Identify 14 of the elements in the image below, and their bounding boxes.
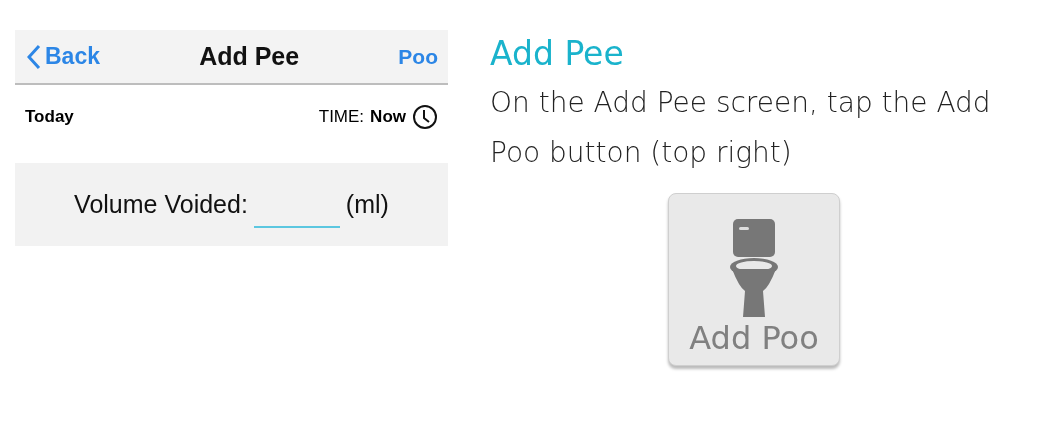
poo-button[interactable]: Poo (398, 44, 438, 69)
clock-icon[interactable] (412, 104, 438, 130)
toilet-icon (729, 219, 779, 319)
volume-label: Volume Voided: (74, 190, 248, 219)
date-label: Today (25, 107, 74, 127)
help-text: On the Add Pee screen, tap the Add Poo button (top right) (490, 85, 992, 171)
chevron-left-icon (27, 43, 41, 70)
time-value[interactable]: Now (370, 107, 406, 127)
back-button[interactable]: Back (27, 43, 100, 70)
add-poo-button[interactable]: Add Poo (668, 193, 840, 366)
unit-label: (ml) (345, 190, 389, 219)
screen-title: Add Pee (199, 42, 300, 71)
time-label: TIME: (318, 107, 365, 127)
help-title: Add Pee (490, 33, 625, 75)
